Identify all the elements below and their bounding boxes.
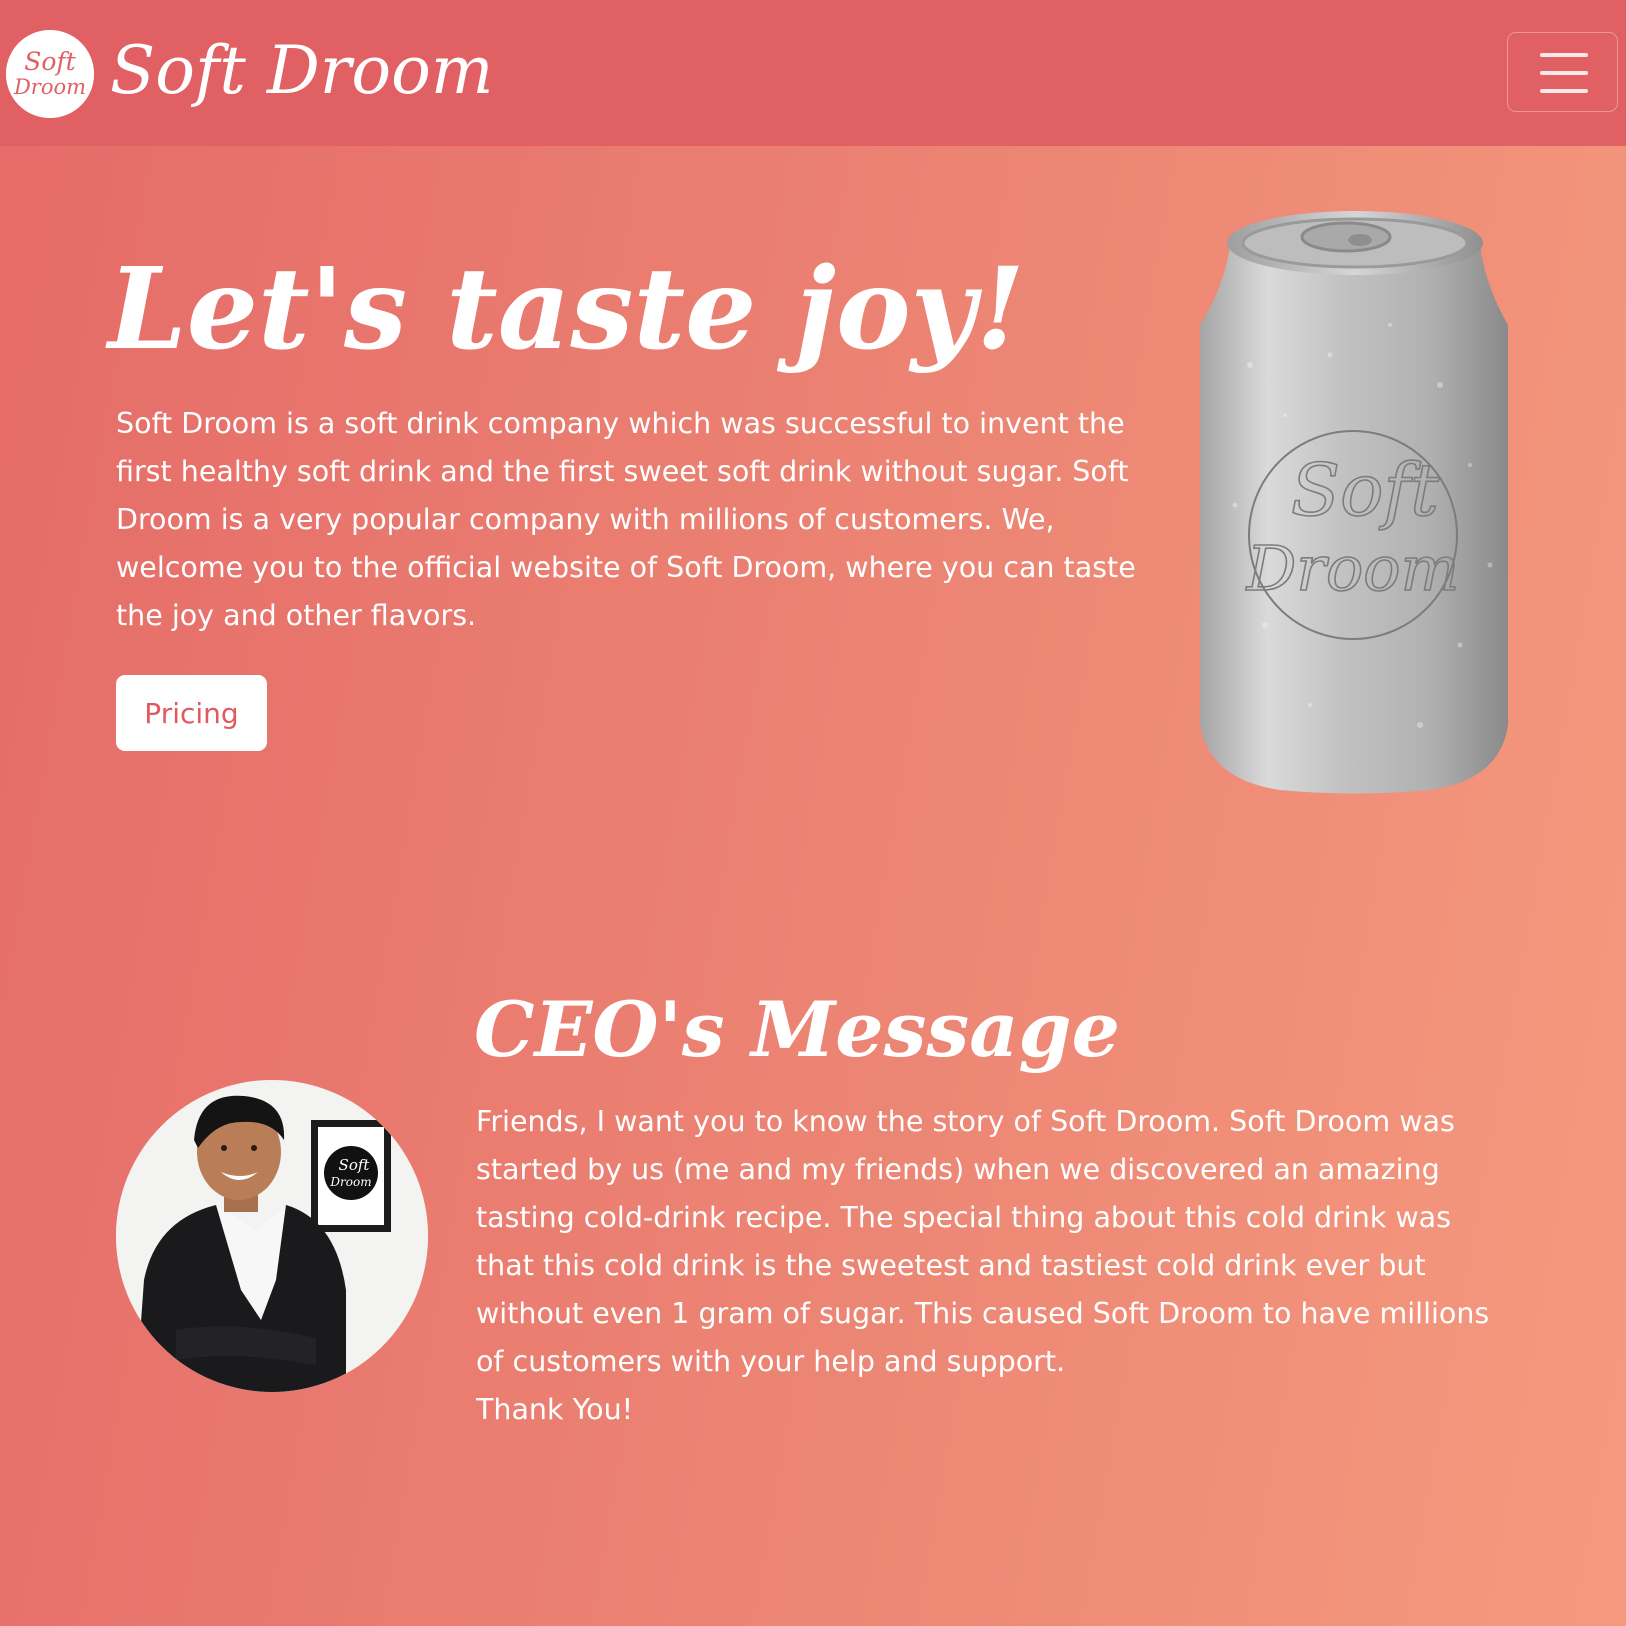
frame-text-line2: Droom [329,1175,371,1189]
ceo-message: Friends, I want you to know the story of… [476,1098,1516,1434]
menu-icon-bar [1540,89,1588,93]
menu-toggle-button[interactable] [1507,32,1618,112]
can-label-line1: Soft [1291,448,1440,532]
ceo-photo-graphic: Soft Droom [116,1080,428,1392]
menu-icon-bar [1540,71,1588,75]
ceo-message-body: Friends, I want you to know the story of… [476,1105,1490,1378]
frame-text-line1: Soft [339,1156,371,1174]
brand-logo-graphic: Soft Droom [6,30,94,118]
brand-logo[interactable]: Soft Droom [6,30,94,118]
soda-can-graphic: Soft Droom [1200,211,1508,794]
can-label-line2: Droom [1246,532,1460,605]
brand-name[interactable]: Soft Droom [110,26,493,116]
hero-title: Let's taste joy! [108,244,1025,375]
logo-text-line1: Soft [24,47,76,76]
hero-description: Soft Droom is a soft drink company which… [116,407,1136,632]
ceo-photo: Soft Droom [116,1080,428,1392]
pricing-button[interactable]: Pricing [116,675,267,751]
navbar: Soft Droom Soft Droom [0,0,1626,146]
ceo-message-closing: Thank You! [476,1393,634,1426]
menu-icon-bar [1540,53,1588,57]
logo-text-line2: Droom [13,75,86,99]
ceo-title: CEO's Message [474,985,1120,1074]
soda-can-image: Soft Droom [1190,205,1520,800]
